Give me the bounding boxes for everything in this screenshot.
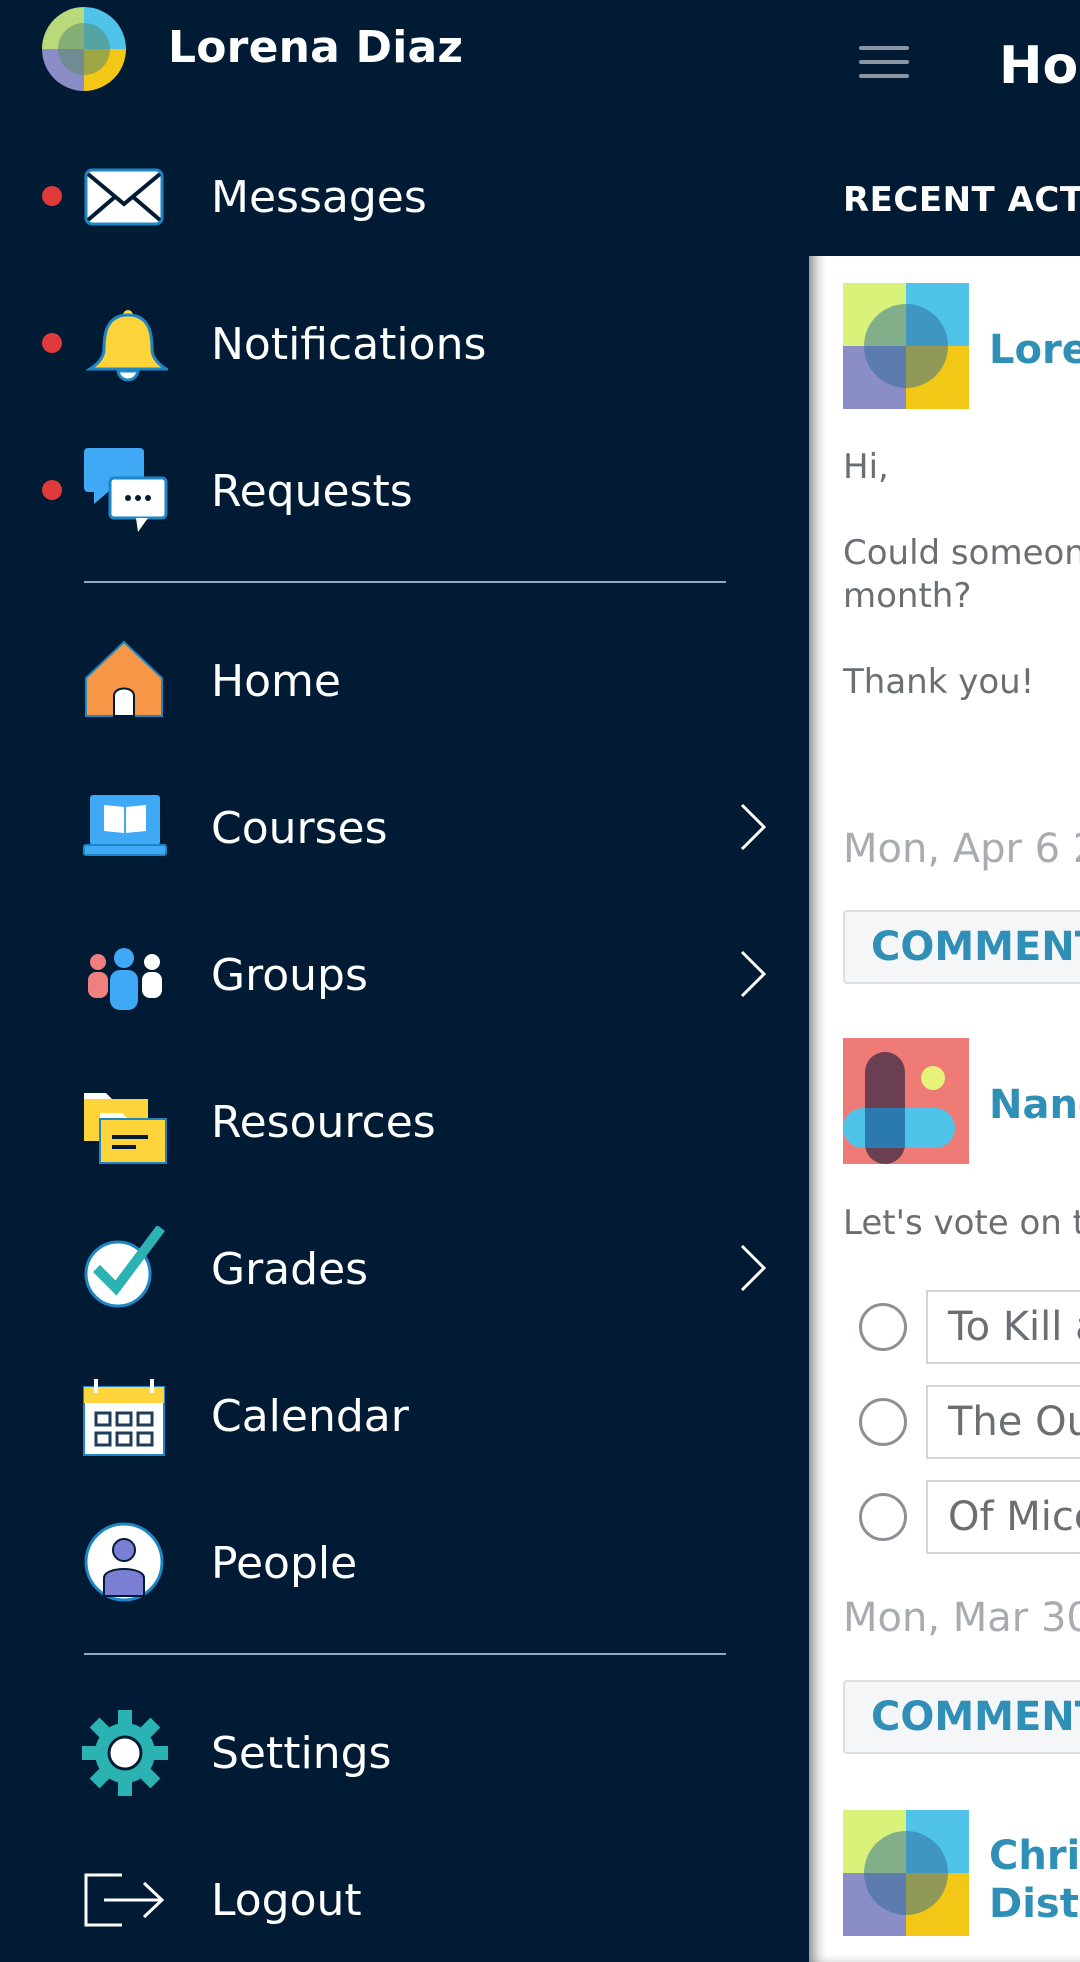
post-avatar[interactable]: [843, 1810, 969, 1936]
poll-option-label: Of Mice: [948, 1494, 1080, 1540]
poll-option[interactable]: To Kill a: [926, 1290, 1080, 1364]
post-date: Mon, Mar 30: [843, 1595, 1080, 1641]
nav-item-grades[interactable]: Grades: [0, 1208, 809, 1328]
divider: [84, 581, 726, 583]
nav-item-groups[interactable]: Groups: [0, 914, 809, 1034]
chevron-right-icon[interactable]: [732, 797, 772, 857]
nav-item-messages[interactable]: Messages: [0, 136, 809, 256]
nav-label: Messages: [211, 172, 427, 223]
poll-option[interactable]: Of Mice: [926, 1480, 1080, 1554]
comment-button[interactable]: COMMENT: [843, 1680, 1080, 1754]
nav-item-settings[interactable]: Settings: [0, 1692, 809, 1812]
unread-indicator: [42, 480, 62, 500]
hamburger-menu-icon[interactable]: [859, 46, 909, 82]
gear-icon: [82, 1710, 168, 1796]
post-author[interactable]: Distr: [989, 1880, 1080, 1928]
chat-bubbles-icon: [82, 448, 168, 534]
logout-icon: [82, 1857, 168, 1943]
poll-radio[interactable]: [859, 1303, 907, 1351]
post-avatar[interactable]: [843, 1038, 969, 1164]
post-text: Hi,: [843, 447, 889, 487]
nav-item-calendar[interactable]: Calendar: [0, 1355, 809, 1475]
nav-label: Requests: [211, 466, 413, 517]
chevron-right-icon[interactable]: [732, 1238, 772, 1298]
calendar-icon: [82, 1373, 168, 1459]
post-author[interactable]: Lorer: [989, 326, 1080, 374]
post-text: Thank you!: [843, 662, 1035, 702]
section-title: RECENT ACTIV: [843, 180, 1080, 220]
post-author[interactable]: Nanc: [989, 1081, 1080, 1129]
navigation-drawer: Lorena Diaz Messages Notifications Reque…: [0, 0, 809, 1962]
nav-item-requests[interactable]: Requests: [0, 430, 809, 550]
main-content: Hor RECENT ACTIV Lorer Hi, Could someon …: [809, 0, 1080, 1962]
divider: [84, 1653, 726, 1655]
nav-item-resources[interactable]: Resources: [0, 1061, 809, 1181]
post-date: Mon, Apr 6 2: [843, 826, 1080, 872]
nav-label: Notifications: [211, 319, 487, 370]
poll-option-label: The Ou: [948, 1399, 1080, 1445]
chevron-right-icon[interactable]: [732, 944, 772, 1004]
section-header: RECENT ACTIV: [809, 128, 1080, 256]
post-text: Could someon: [843, 533, 1080, 573]
nav-label: Logout: [211, 1875, 362, 1926]
comment-button[interactable]: COMMENT: [843, 910, 1080, 984]
comment-button-label: COMMENT: [871, 924, 1080, 970]
checkmark-icon: [82, 1225, 168, 1312]
nav-label: Home: [211, 656, 341, 707]
comment-button-label: COMMENT: [871, 1694, 1080, 1740]
unread-indicator: [42, 186, 62, 206]
people-group-icon: [82, 932, 168, 1018]
nav-item-logout[interactable]: Logout: [0, 1839, 809, 1959]
post-avatar[interactable]: [843, 283, 969, 409]
nav-label: Groups: [211, 950, 368, 1001]
bell-icon: [82, 301, 171, 387]
nav-item-home[interactable]: Home: [0, 620, 809, 740]
poll-radio[interactable]: [859, 1493, 907, 1541]
poll-option-label: To Kill a: [948, 1304, 1080, 1350]
nav-label: Resources: [211, 1097, 436, 1148]
app-bar: Hor: [809, 0, 1080, 128]
nav-label: Grades: [211, 1244, 369, 1295]
nav-label: Calendar: [211, 1391, 409, 1442]
post-text: Let's vote on th: [843, 1203, 1080, 1243]
nav-label: Courses: [211, 803, 388, 854]
unread-indicator: [42, 333, 62, 353]
poll-option[interactable]: The Ou: [926, 1385, 1080, 1459]
user-name: Lorena Diaz: [168, 22, 464, 73]
nav-item-notifications[interactable]: Notifications: [0, 283, 809, 403]
nav-item-people[interactable]: People: [0, 1502, 809, 1622]
house-icon: [82, 638, 168, 724]
nav-item-courses[interactable]: Courses: [0, 767, 809, 887]
envelope-icon: [82, 154, 168, 240]
user-avatar: [42, 7, 126, 91]
post-text: month?: [843, 576, 972, 616]
person-icon: [82, 1520, 168, 1606]
nav-label: Settings: [211, 1728, 392, 1779]
profile-header[interactable]: Lorena Diaz: [0, 0, 809, 100]
post-author[interactable]: Chris: [989, 1832, 1080, 1880]
page-title: Hor: [999, 36, 1080, 96]
poll-radio[interactable]: [859, 1398, 907, 1446]
folders-icon: [82, 1079, 168, 1165]
nav-label: People: [211, 1538, 358, 1589]
laptop-book-icon: [82, 785, 168, 871]
